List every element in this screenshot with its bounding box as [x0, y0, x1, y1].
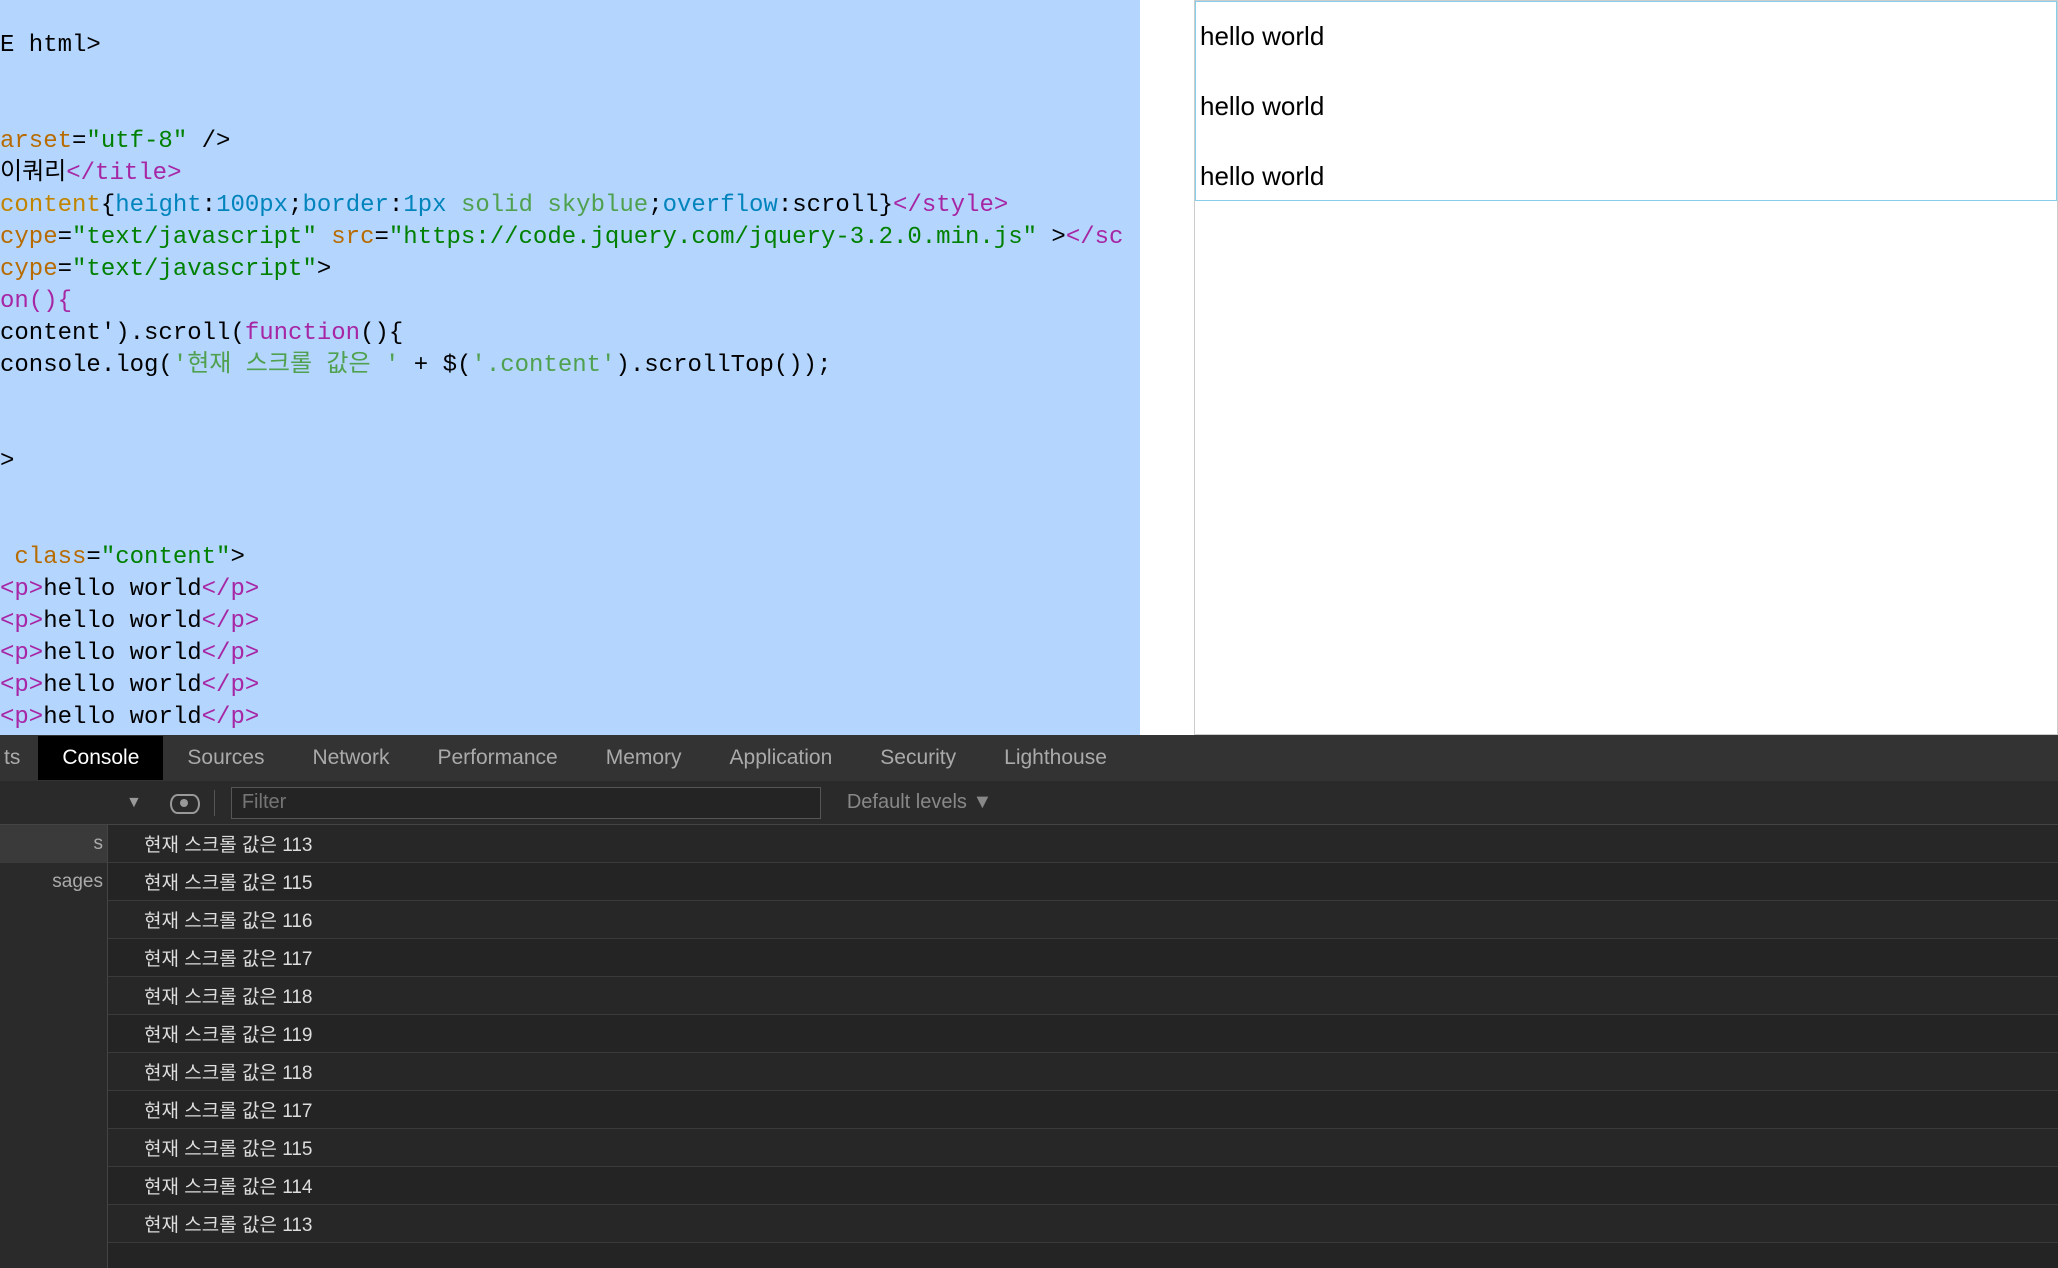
code-text: 이쿼리 — [0, 160, 66, 187]
log-levels-dropdown[interactable]: Default levels ▼ — [847, 791, 992, 814]
log-row: 현재 스크롤 값은 115 — [108, 863, 2058, 901]
code-line: E html> — [0, 32, 101, 59]
tab-memory[interactable]: Memory — [582, 736, 706, 780]
code-tag: </title> — [66, 160, 181, 187]
tab-security[interactable]: Security — [856, 736, 980, 780]
sidebar-item-messages[interactable]: s — [0, 825, 107, 863]
log-row: 현재 스크롤 값은 117 — [108, 1091, 2058, 1129]
preview-content[interactable]: hello world hello world hello world — [1195, 1, 2057, 201]
pane-gap — [1140, 0, 1194, 735]
code-value: "utf-8" — [86, 128, 187, 155]
tab-performance[interactable]: Performance — [413, 736, 581, 780]
console-log[interactable]: 현재 스크롤 값은 113 현재 스크롤 값은 115 현재 스크롤 값은 11… — [108, 825, 2058, 1268]
tab-elements-partial[interactable]: ts — [0, 736, 38, 780]
devtools-panel: ts Console Sources Network Performance M… — [0, 735, 2058, 1268]
tab-sources[interactable]: Sources — [163, 736, 288, 780]
devtools-body: s sages 현재 스크롤 값은 113 현재 스크롤 값은 115 현재 스… — [0, 825, 2058, 1268]
log-row: 현재 스크롤 값은 114 — [108, 1167, 2058, 1205]
devtools-tabs: ts Console Sources Network Performance M… — [0, 735, 2058, 781]
log-row: 현재 스크롤 값은 115 — [108, 1129, 2058, 1167]
tab-network[interactable]: Network — [288, 736, 413, 780]
sidebar-item-usermessages[interactable]: sages — [0, 863, 107, 901]
log-row: 현재 스크롤 값은 113 — [108, 825, 2058, 863]
log-row: 현재 스크롤 값은 118 — [108, 1053, 2058, 1091]
code-attr: arset — [0, 128, 72, 155]
code-editor[interactable]: E html> arset="utf-8" /> 이쿼리</title> con… — [0, 0, 1140, 735]
preview-pane: hello world hello world hello world — [1194, 0, 2058, 735]
log-row: 현재 스크롤 값은 116 — [108, 901, 2058, 939]
log-row: 현재 스크롤 값은 113 — [108, 1205, 2058, 1243]
preview-line: hello world — [1196, 72, 2056, 142]
filter-input[interactable] — [231, 787, 821, 819]
separator — [214, 790, 215, 816]
eye-icon[interactable] — [170, 793, 198, 813]
log-row: 현재 스크롤 값은 117 — [108, 939, 2058, 977]
tab-application[interactable]: Application — [706, 736, 857, 780]
top-split: E html> arset="utf-8" /> 이쿼리</title> con… — [0, 0, 2058, 735]
tab-console[interactable]: Console — [38, 736, 163, 780]
preview-line: hello world — [1196, 142, 2056, 201]
console-toolbar: ▼ Default levels ▼ — [0, 781, 2058, 825]
log-row: 현재 스크롤 값은 119 — [108, 1015, 2058, 1053]
log-row: 현재 스크롤 값은 118 — [108, 977, 2058, 1015]
context-dropdown-icon[interactable]: ▼ — [126, 794, 142, 812]
console-sidebar: s sages — [0, 825, 108, 1268]
preview-line: hello world — [1196, 2, 2056, 72]
tab-lighthouse[interactable]: Lighthouse — [980, 736, 1131, 780]
